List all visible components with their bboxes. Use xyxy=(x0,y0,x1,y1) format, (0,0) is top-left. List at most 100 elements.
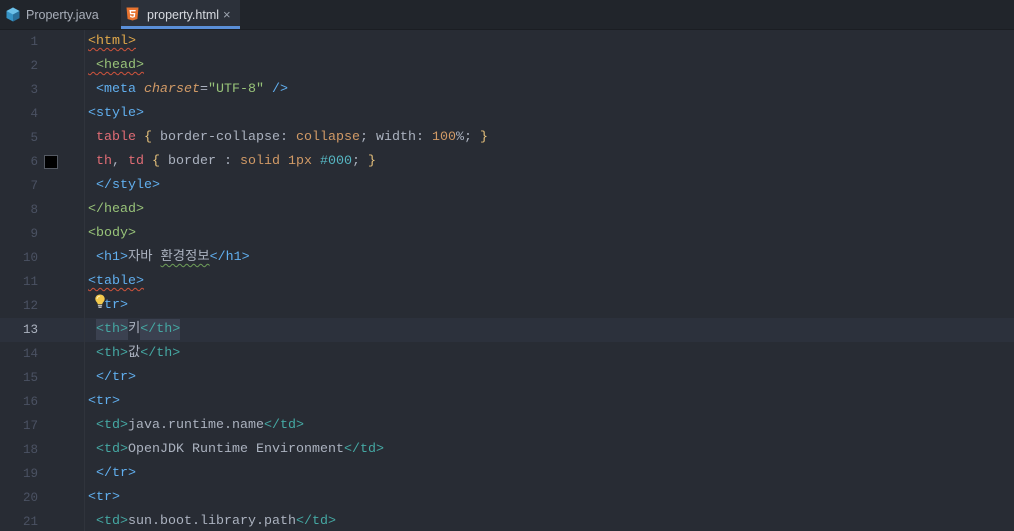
line-gutter[interactable]: 7 xyxy=(0,174,85,198)
code-token[interactable]: tr> xyxy=(104,298,128,313)
code-token[interactable] xyxy=(88,178,96,193)
current-code-line[interactable]: 13 <th>키</th> xyxy=(0,318,1014,342)
code-token[interactable]: </head> xyxy=(88,202,144,217)
code-token[interactable] xyxy=(88,154,96,169)
code-line[interactable]: 20 <tr> xyxy=(0,486,1014,510)
code-token[interactable] xyxy=(88,82,96,97)
code-line[interactable]: 11 <table> xyxy=(0,270,1014,294)
line-gutter[interactable]: 4 xyxy=(0,102,85,126)
code-text[interactable]: </style> xyxy=(85,174,1014,198)
line-gutter[interactable]: 18 xyxy=(0,438,85,462)
code-token[interactable]: #000 xyxy=(320,154,352,169)
code-token[interactable]: <tr> xyxy=(88,394,120,409)
code-token[interactable] xyxy=(88,250,96,265)
code-token[interactable]: </tr> xyxy=(96,370,136,385)
matched-tag-token[interactable]: </th> xyxy=(140,319,181,340)
code-line[interactable]: 17 <td>java.runtime.name</td> xyxy=(0,414,1014,438)
code-line[interactable]: 5 table { border-collapse: collapse; wid… xyxy=(0,126,1014,150)
code-text[interactable]: tr> xyxy=(85,294,1014,318)
code-line[interactable]: 2 <head> xyxy=(0,54,1014,78)
code-token[interactable]: 자바 xyxy=(128,250,161,265)
line-gutter[interactable]: 9 xyxy=(0,222,85,246)
line-gutter[interactable]: 12 xyxy=(0,294,85,318)
code-token[interactable]: <head> xyxy=(88,58,144,73)
code-token[interactable]: <style> xyxy=(88,106,144,121)
code-token[interactable]: <h1> xyxy=(96,250,128,265)
code-token[interactable]: } xyxy=(368,154,376,169)
code-token[interactable] xyxy=(88,514,96,529)
code-line[interactable]: 3 <meta charset="UTF-8" /> xyxy=(0,78,1014,102)
code-token[interactable] xyxy=(88,130,96,145)
code-editor[interactable]: 1 <html> 2 <head> 3 <meta charset="UTF-8" /… xyxy=(0,30,1014,531)
code-token[interactable]: </tr> xyxy=(96,466,136,481)
code-token[interactable]: td xyxy=(128,154,144,169)
color-swatch-icon[interactable] xyxy=(44,155,58,169)
code-text[interactable]: <td>sun.boot.library.path</td> xyxy=(85,510,1014,531)
code-token[interactable]: ; xyxy=(352,154,368,169)
code-text[interactable]: </tr> xyxy=(85,366,1014,390)
code-token[interactable]: { xyxy=(144,130,152,145)
code-token[interactable]: </h1> xyxy=(210,250,250,265)
code-text[interactable]: table { border-collapse: collapse; width… xyxy=(85,126,1014,150)
line-gutter[interactable]: 8 xyxy=(0,198,85,222)
code-text[interactable]: th, td { border : solid 1px #000; } xyxy=(85,150,1014,174)
code-token[interactable]: OpenJDK Runtime Environment xyxy=(128,442,344,457)
code-token[interactable] xyxy=(88,322,96,337)
code-token[interactable] xyxy=(88,442,96,457)
close-tab-button[interactable]: × xyxy=(223,8,231,21)
line-gutter[interactable]: 1 xyxy=(0,30,85,54)
line-gutter[interactable]: 11 xyxy=(0,270,85,294)
code-token[interactable]: </td> xyxy=(296,514,336,529)
code-line[interactable]: 14 <th>값</th> xyxy=(0,342,1014,366)
code-line[interactable]: 8 </head> xyxy=(0,198,1014,222)
code-token[interactable]: = xyxy=(200,82,208,97)
code-token[interactable] xyxy=(136,82,144,97)
tab-property-html[interactable]: property.html × xyxy=(121,0,240,29)
code-text[interactable]: <td>OpenJDK Runtime Environment</td> xyxy=(85,438,1014,462)
code-token[interactable]: sun.boot.library.path xyxy=(128,514,296,529)
line-gutter[interactable]: 19 xyxy=(0,462,85,486)
code-token[interactable]: 키 xyxy=(128,322,140,337)
code-token[interactable]: collapse xyxy=(296,130,360,145)
code-token[interactable]: <body> xyxy=(88,226,136,241)
code-line[interactable]: 1 <html> xyxy=(0,30,1014,54)
line-gutter[interactable]: 3 xyxy=(0,78,85,102)
code-token[interactable]: 100 xyxy=(432,130,456,145)
code-line[interactable]: 12 tr> xyxy=(0,294,1014,318)
code-line[interactable]: 4 <style> xyxy=(0,102,1014,126)
code-token[interactable]: charset xyxy=(144,82,200,97)
line-gutter[interactable]: 17 xyxy=(0,414,85,438)
code-token[interactable]: <table> xyxy=(88,274,144,289)
code-token[interactable]: java.runtime.name xyxy=(128,418,264,433)
line-gutter[interactable]: 21 xyxy=(0,510,85,531)
code-token[interactable]: , xyxy=(112,154,128,169)
line-gutter[interactable]: 20 xyxy=(0,486,85,510)
line-gutter[interactable]: 15 xyxy=(0,366,85,390)
code-token[interactable]: </td> xyxy=(264,418,304,433)
code-token[interactable]: <th> xyxy=(96,346,128,361)
code-token[interactable]: %; xyxy=(456,130,480,145)
code-line[interactable]: 7 </style> xyxy=(0,174,1014,198)
code-text[interactable]: <td>java.runtime.name</td> xyxy=(85,414,1014,438)
code-token[interactable]: th xyxy=(96,154,112,169)
code-line[interactable]: 10 <h1>자바 환경정보</h1> xyxy=(0,246,1014,270)
code-token[interactable] xyxy=(264,82,272,97)
line-gutter[interactable]: 2 xyxy=(0,54,85,78)
code-token[interactable]: </td> xyxy=(344,442,384,457)
code-token[interactable]: 1px xyxy=(288,154,312,169)
code-token[interactable]: <html> xyxy=(88,34,136,49)
code-token[interactable] xyxy=(88,370,96,385)
code-token[interactable] xyxy=(136,130,144,145)
code-text[interactable]: <tr> xyxy=(85,390,1014,414)
matched-tag-token[interactable]: <th> xyxy=(96,319,128,340)
code-text[interactable]: <body> xyxy=(85,222,1014,246)
code-token[interactable]: solid xyxy=(240,154,280,169)
lightbulb-icon[interactable] xyxy=(95,294,105,310)
code-token[interactable]: </style> xyxy=(96,178,160,193)
code-token[interactable] xyxy=(280,154,288,169)
code-line[interactable]: 16 <tr> xyxy=(0,390,1014,414)
code-text[interactable]: <h1>자바 환경정보</h1> xyxy=(85,246,1014,270)
code-token[interactable] xyxy=(312,154,320,169)
line-gutter[interactable]: 6 xyxy=(0,150,85,174)
line-gutter[interactable]: 10 xyxy=(0,246,85,270)
